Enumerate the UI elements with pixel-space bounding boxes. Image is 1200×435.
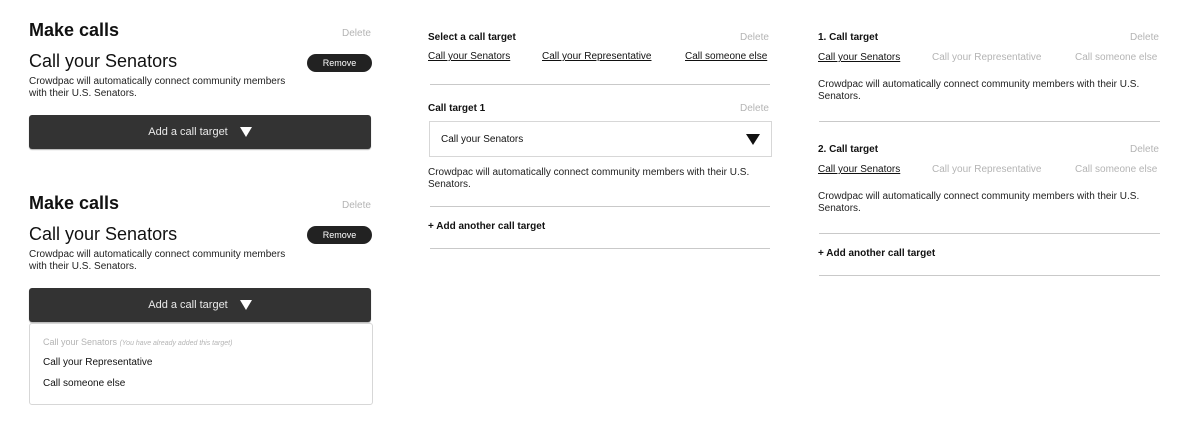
select-call-target-heading: Select a call target <box>428 32 516 43</box>
dropdown-option-label: Call your Senators <box>43 337 118 347</box>
option-call-senators[interactable]: Call your Senators <box>428 51 510 62</box>
option-call-someone-else[interactable]: Call someone else <box>1075 52 1157 63</box>
call-target-heading: 1. Call target <box>818 32 879 43</box>
delete-link[interactable]: Delete <box>740 103 769 114</box>
triangle-down-icon <box>746 133 760 145</box>
option-call-senators[interactable]: Call your Senators <box>818 52 900 63</box>
target-description: Crowdpac will automatically connect comm… <box>818 191 1140 214</box>
option-call-someone-else[interactable]: Call someone else <box>1075 164 1157 175</box>
divider <box>430 206 770 207</box>
delete-link[interactable]: Delete <box>342 28 371 39</box>
add-call-target-label: Add a call target <box>148 299 228 311</box>
divider <box>430 248 770 249</box>
section-heading: Make calls <box>29 20 120 40</box>
target-title: Call your Senators <box>29 51 178 71</box>
delete-link[interactable]: Delete <box>740 32 769 43</box>
select-value: Call your Senators <box>441 133 524 145</box>
dropdown-option-representative[interactable]: Call your Representative <box>43 357 153 368</box>
remove-button[interactable]: Remove <box>307 226 372 244</box>
call-target-heading: 2. Call target <box>818 144 879 155</box>
add-another-call-target-link[interactable]: + Add another call target <box>818 248 935 259</box>
call-target-select[interactable]: Call your Senators <box>429 121 772 157</box>
delete-link[interactable]: Delete <box>1130 144 1159 155</box>
add-call-target-label: Add a call target <box>148 126 228 138</box>
dropdown-option-someone-else[interactable]: Call someone else <box>43 378 125 389</box>
option-call-representative[interactable]: Call your Representative <box>932 52 1042 63</box>
add-call-target-button[interactable]: Add a call target <box>29 115 371 149</box>
option-call-representative[interactable]: Call your Representative <box>932 164 1042 175</box>
target-description: Crowdpac will automatically connect comm… <box>428 167 750 190</box>
target-description: Crowdpac will automatically connect comm… <box>818 79 1140 102</box>
target-description: Crowdpac will automatically connect comm… <box>29 76 286 99</box>
target-description: Crowdpac will automatically connect comm… <box>29 249 286 272</box>
option-call-representative[interactable]: Call your Representative <box>542 51 652 62</box>
dropdown-option-note: (You have already added this target) <box>119 340 233 347</box>
divider <box>819 233 1160 234</box>
option-call-senators[interactable]: Call your Senators <box>818 164 900 175</box>
remove-button[interactable]: Remove <box>307 54 372 72</box>
divider <box>430 84 770 85</box>
delete-link[interactable]: Delete <box>1130 32 1159 43</box>
section-heading: Make calls <box>29 193 120 213</box>
delete-link[interactable]: Delete <box>342 200 371 211</box>
triangle-down-icon <box>239 300 252 310</box>
target-title: Call your Senators <box>29 224 178 244</box>
add-call-target-button[interactable]: Add a call target <box>29 288 371 322</box>
triangle-down-icon <box>239 127 252 137</box>
call-target-dropdown: Call your Senators (You have already add… <box>29 323 373 405</box>
add-another-call-target-link[interactable]: + Add another call target <box>428 221 545 232</box>
dropdown-option-senators-disabled: Call your Senators (You have already add… <box>43 337 232 347</box>
divider <box>819 275 1160 276</box>
divider <box>819 121 1160 122</box>
option-call-someone-else[interactable]: Call someone else <box>685 51 767 62</box>
call-target-heading: Call target 1 <box>428 103 486 114</box>
